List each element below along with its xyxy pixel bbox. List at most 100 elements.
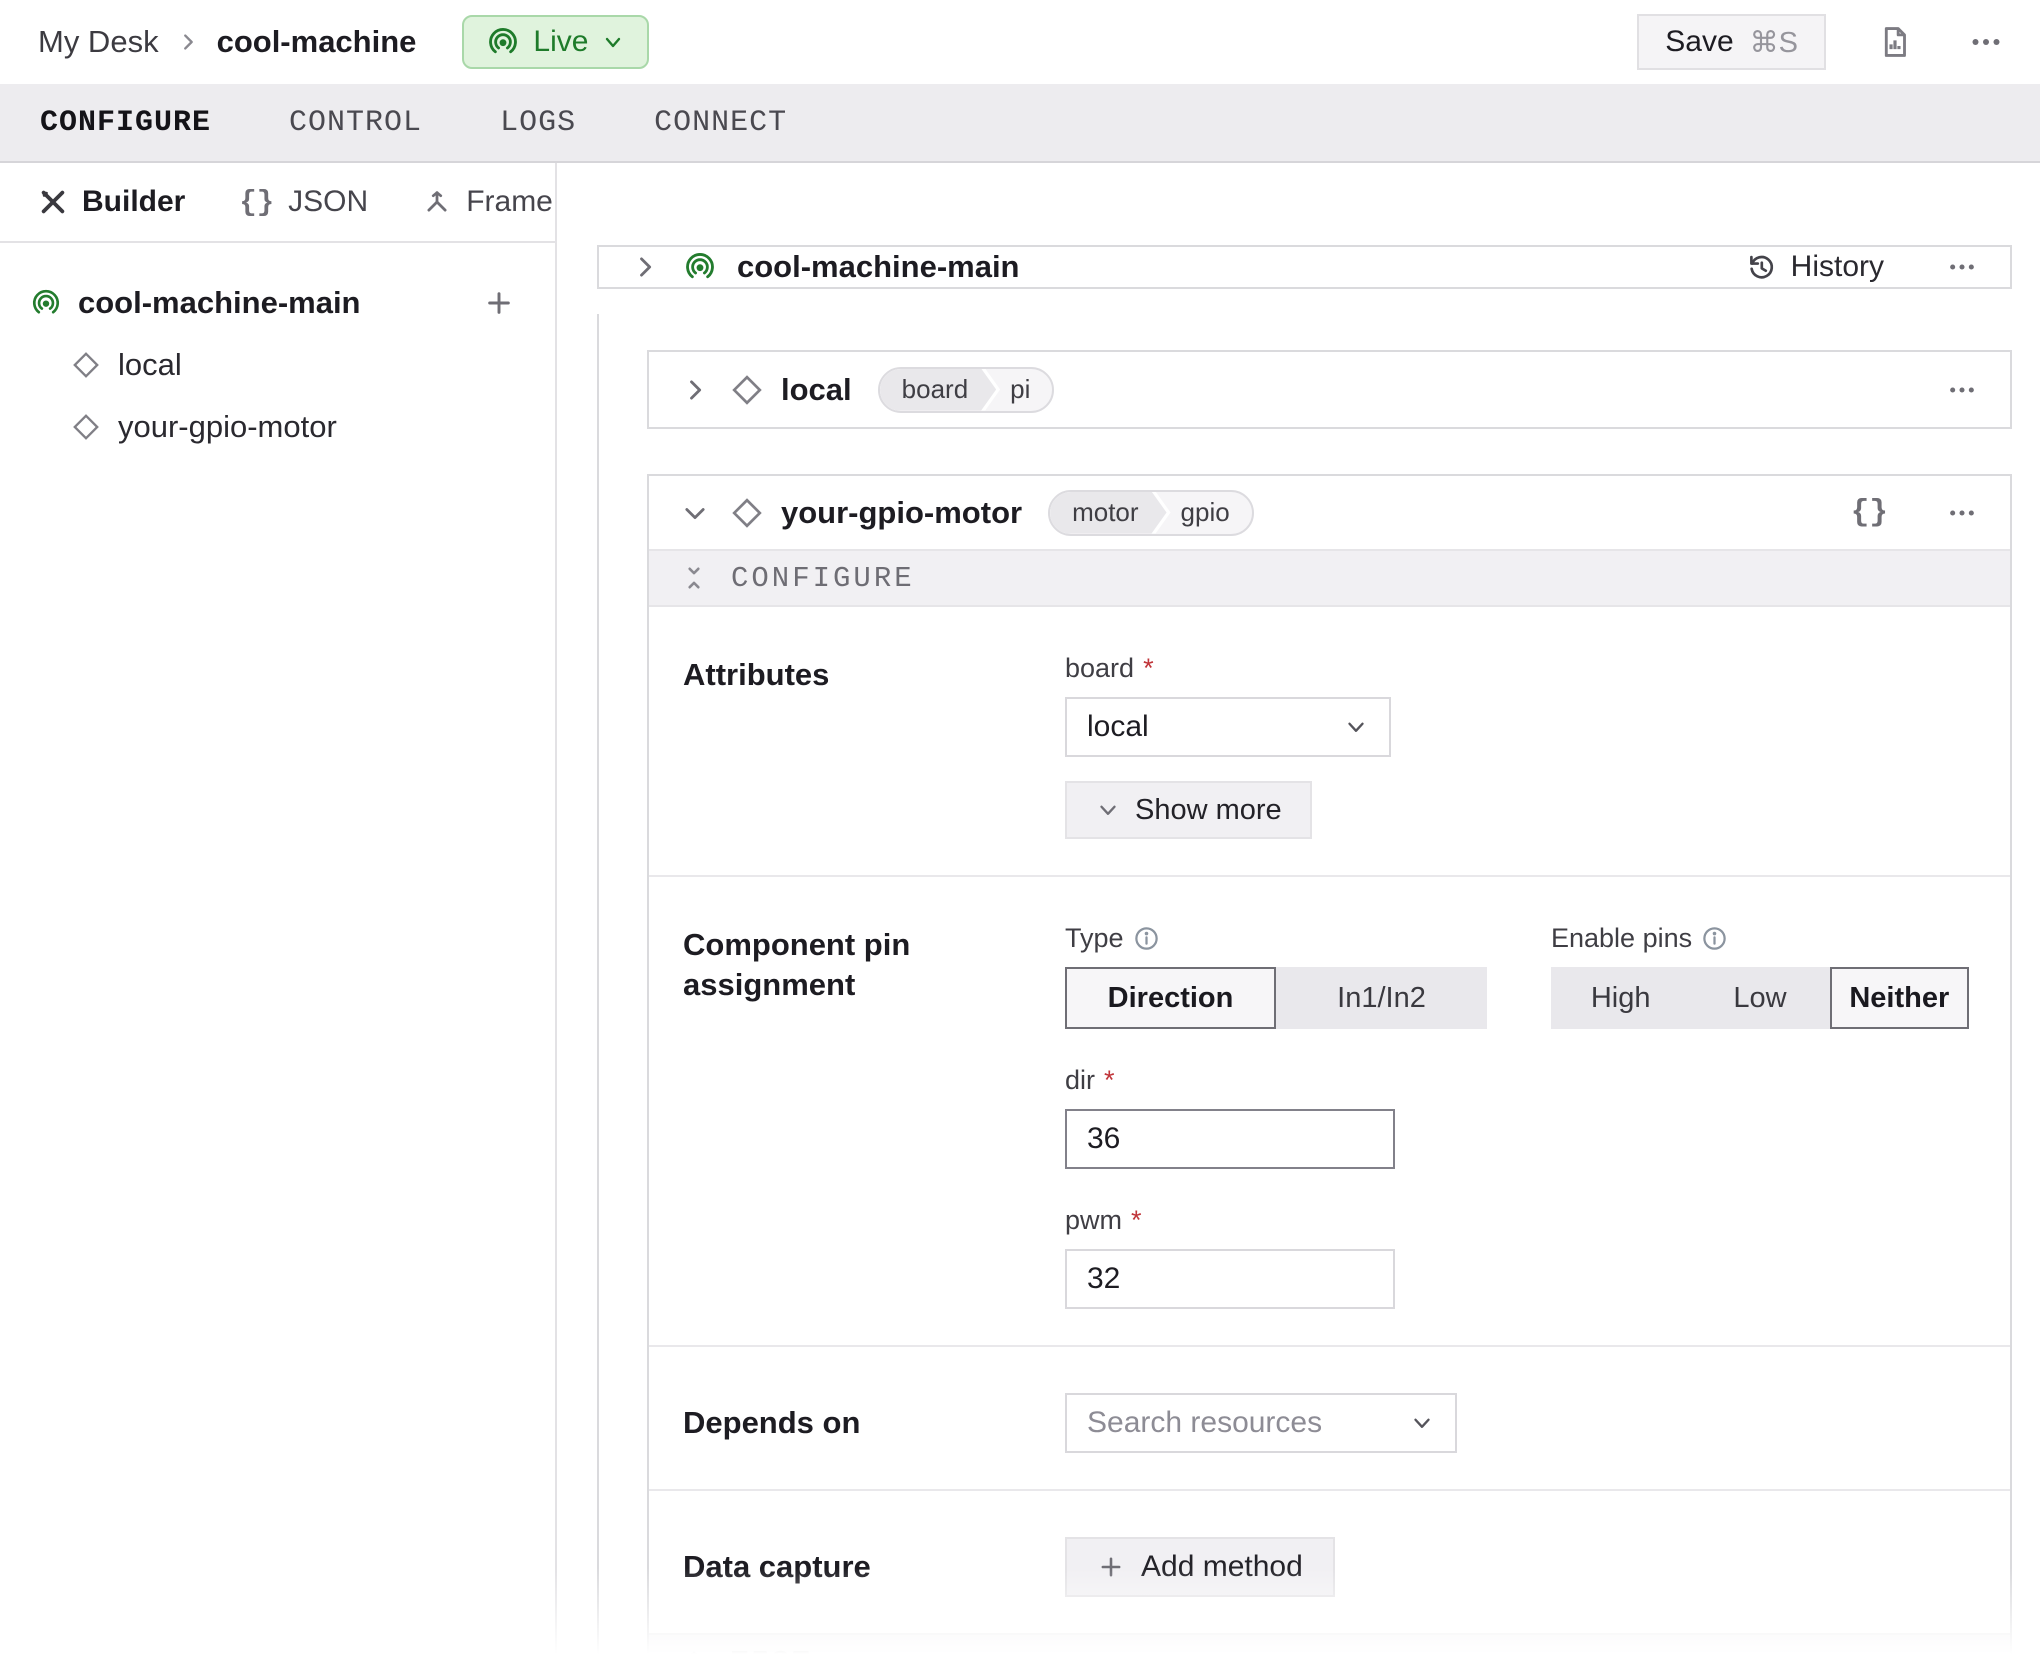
depends-on-row: Depends on Search resources: [649, 1345, 2010, 1489]
file-chart-icon: [1876, 23, 1914, 61]
motor-json-button[interactable]: {}: [1851, 495, 1888, 530]
info-icon: [1701, 925, 1728, 952]
show-more-button[interactable]: Show more: [1065, 781, 1312, 839]
tree-item-your-gpio-motor[interactable]: your-gpio-motor: [72, 409, 515, 445]
add-method-button[interactable]: Add method: [1065, 1537, 1335, 1597]
type-toggle-group: Type Direction In1/In2: [1065, 923, 1487, 1309]
viewtab-frame[interactable]: Frame: [422, 185, 553, 219]
pin-assignment-row: Component pin assignment Type: [649, 875, 2010, 1345]
enable-option-neither[interactable]: Neither: [1830, 967, 1969, 1029]
enable-pins-field-label: Enable pins: [1551, 923, 1692, 954]
attributes-heading: Attributes: [683, 653, 1065, 839]
part-resources-group: local board pi: [597, 314, 2012, 1674]
pwm-field-label: pwm: [1065, 1205, 1122, 1236]
local-card-expand-button[interactable]: [677, 372, 713, 408]
motor-configure-section-header[interactable]: CONFIGURE: [649, 549, 2010, 607]
required-marker: *: [1104, 1065, 1115, 1096]
tab-logs[interactable]: LOGS: [500, 106, 576, 140]
motor-card-menu-button[interactable]: [1942, 493, 1982, 533]
topbar-actions: Save ⌘S: [1637, 14, 2008, 70]
machine-card-menu-button[interactable]: [1942, 247, 1982, 287]
info-icon: [1133, 925, 1160, 952]
live-chevron-down-icon: [601, 30, 625, 54]
machine-broadcast-icon: [683, 250, 717, 284]
motor-configure-section-label: CONFIGURE: [731, 562, 915, 595]
local-type-model-tag: board pi: [878, 367, 1055, 413]
depends-on-heading: Depends on: [683, 1393, 1065, 1453]
enable-option-high[interactable]: High: [1551, 967, 1690, 1029]
motor-type-tag: motor: [1050, 492, 1166, 534]
machine-part-title: cool-machine-main: [737, 249, 1020, 285]
viewtab-json[interactable]: {} JSON: [239, 185, 368, 219]
enable-option-low[interactable]: Low: [1690, 967, 1829, 1029]
motor-test-section-header[interactable]: TEST: [649, 1633, 2010, 1674]
history-button[interactable]: History: [1745, 250, 1884, 284]
save-button[interactable]: Save ⌘S: [1637, 14, 1826, 70]
machine-report-button[interactable]: [1872, 19, 1918, 65]
type-field-label: Type: [1065, 923, 1124, 954]
breadcrumb-chevron-icon: [177, 31, 199, 53]
viewtab-builder[interactable]: Builder: [38, 185, 185, 219]
local-card-title: local: [781, 372, 852, 408]
history-button-label: History: [1791, 250, 1884, 284]
machine-nav-tabs: CONFIGURE CONTROL LOGS CONNECT: [0, 84, 2040, 163]
topbar-more-menu-button[interactable]: [1964, 20, 2008, 64]
machine-card-expand-button[interactable]: [627, 249, 663, 285]
tree-item-motor-label: your-gpio-motor: [118, 409, 337, 445]
history-clock-icon: [1745, 251, 1777, 283]
dir-pin-input[interactable]: [1065, 1109, 1395, 1169]
save-button-label: Save: [1665, 25, 1733, 59]
pin-assignment-heading: Component pin assignment: [683, 923, 1065, 1309]
ellipsis-icon: [1946, 497, 1978, 529]
data-capture-heading: Data capture: [683, 1537, 1065, 1597]
configure-sidebar: Builder {} JSON Frame: [0, 163, 557, 1674]
ellipsis-icon: [1968, 24, 2004, 60]
collapse-vertical-icon: [681, 565, 707, 591]
component-diamond-icon: [731, 497, 763, 529]
depends-on-select[interactable]: Search resources: [1065, 1393, 1457, 1453]
viewtab-json-label: JSON: [288, 185, 368, 219]
chevron-down-icon: [1409, 1410, 1435, 1436]
frame-axes-icon: [422, 187, 452, 217]
viewtab-builder-label: Builder: [82, 185, 185, 219]
motor-type-model-tag: motor gpio: [1048, 490, 1254, 536]
motor-card-header: your-gpio-motor motor gpio {}: [649, 476, 2010, 549]
view-mode-tabs: Builder {} JSON Frame: [0, 163, 555, 243]
enable-pins-toggle-group: Enable pins High Low Neither: [1551, 923, 1969, 1309]
configure-main: cool-machine-main History: [557, 163, 2040, 1674]
tab-control[interactable]: CONTROL: [289, 106, 422, 140]
motor-model-tag: gpio: [1171, 492, 1252, 534]
tree-item-local-label: local: [118, 347, 182, 383]
data-capture-row: Data capture Add method: [649, 1489, 2010, 1633]
viewtab-frame-label: Frame: [466, 185, 553, 219]
local-card-menu-button[interactable]: [1942, 370, 1982, 410]
local-type-tag: board: [880, 369, 997, 411]
motor-test-section-label: TEST: [731, 1646, 813, 1675]
add-method-label: Add method: [1141, 1550, 1303, 1584]
type-option-in1in2[interactable]: In1/In2: [1276, 967, 1487, 1029]
machine-part-card: cool-machine-main History: [597, 245, 2012, 289]
page-content: Builder {} JSON Frame: [0, 163, 2040, 1674]
tab-connect[interactable]: CONNECT: [654, 106, 787, 140]
required-marker: *: [1131, 1205, 1142, 1236]
component-diamond-icon: [72, 351, 100, 379]
show-more-label: Show more: [1135, 794, 1282, 827]
tree-item-local[interactable]: local: [72, 347, 515, 383]
component-diamond-icon: [731, 374, 763, 406]
pwm-pin-input[interactable]: [1065, 1249, 1395, 1309]
add-resource-button[interactable]: [483, 287, 515, 319]
required-marker: *: [1143, 653, 1154, 684]
local-board-card: local board pi: [647, 350, 2012, 429]
breadcrumb-parent-link[interactable]: My Desk: [38, 24, 159, 60]
machine-status-dropdown[interactable]: Live: [462, 15, 649, 69]
chevron-down-icon: [1095, 797, 1121, 823]
motor-card-collapse-button[interactable]: [677, 495, 713, 531]
type-option-direction[interactable]: Direction: [1065, 967, 1276, 1029]
motor-card-title: your-gpio-motor: [781, 495, 1022, 531]
tree-item-machine-part[interactable]: cool-machine-main: [30, 285, 515, 321]
board-field-label: board: [1065, 653, 1134, 684]
tab-configure[interactable]: CONFIGURE: [40, 106, 211, 140]
builder-tools-icon: [38, 187, 68, 217]
top-bar: My Desk cool-machine Live Save ⌘S: [0, 0, 2040, 84]
board-select[interactable]: local: [1065, 697, 1391, 757]
